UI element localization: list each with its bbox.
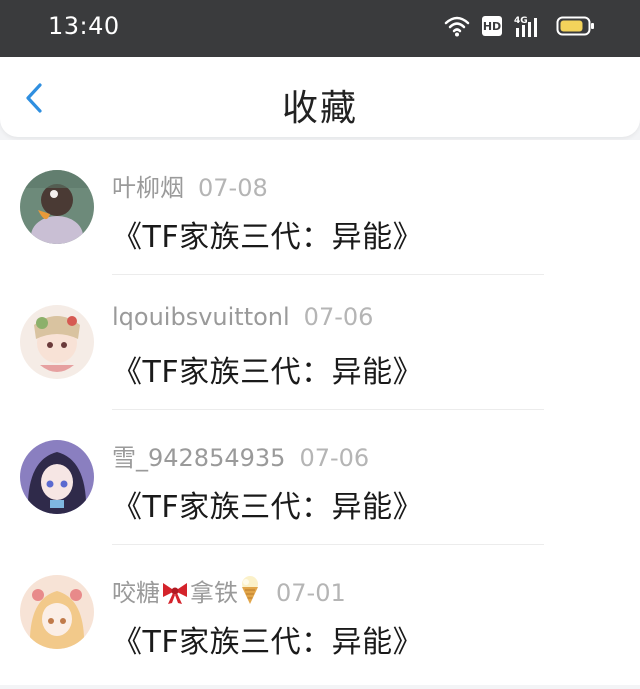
page-title: 收藏 [281,88,358,129]
battery-icon [556,15,596,37]
avatar [20,440,94,514]
item-meta: 咬糖 拿铁 07-01 [112,573,346,611]
status-icons: HD 4G [444,14,596,38]
signal-icon: 4G [514,14,544,38]
username[interactable]: 雪_942854935 [112,444,285,472]
status-time: 13:40 [48,12,120,40]
item-meta: 雪_942854935 07-06 [112,438,369,473]
svg-text:4G: 4G [514,16,528,26]
username-part: 咬糖 [112,579,160,607]
item-title[interactable]: 《TF家族三代：异能》 [112,347,423,391]
username[interactable]: lqouibsvuittonl [112,303,290,331]
ice-cream-icon [238,575,262,611]
username[interactable]: 叶柳烟 [112,174,184,202]
item-meta: lqouibsvuittonl 07-06 [112,303,373,331]
status-bar: 13:40 HD 4G [0,0,640,57]
item-date: 07-06 [299,444,370,472]
item-title[interactable]: 《TF家族三代：异能》 [112,212,423,256]
wifi-icon [444,15,470,37]
username-part: 拿铁 [190,579,238,607]
list-item[interactable]: 雪_942854935 07-06 《TF家族三代：异能》 [0,410,640,545]
item-date: 07-06 [303,303,374,331]
item-title[interactable]: 《TF家族三代：异能》 [112,482,423,526]
list-item[interactable]: 咬糖 拿铁 07-01 《TF家族三代：异能》 [0,545,640,680]
item-date: 07-01 [276,579,346,607]
list-item[interactable]: 叶柳烟 07-08 《TF家族三代：异能》 [0,140,640,275]
header: 收藏 [0,57,640,137]
avatar [20,305,94,379]
list-item[interactable]: lqouibsvuittonl 07-06 《TF家族三代：异能》 [0,275,640,410]
avatar [20,170,94,244]
avatar [20,575,94,649]
ribbon-icon [160,579,190,611]
item-date: 07-08 [198,174,268,202]
item-meta: 叶柳烟 07-08 [112,168,268,203]
favorites-list: 叶柳烟 07-08 《TF家族三代：异能》 lqouibsvuittonl 07-0… [0,140,640,685]
username[interactable]: 咬糖 拿铁 [112,576,262,607]
item-title[interactable]: 《TF家族三代：异能》 [112,617,423,661]
hd-badge: HD [482,16,502,36]
